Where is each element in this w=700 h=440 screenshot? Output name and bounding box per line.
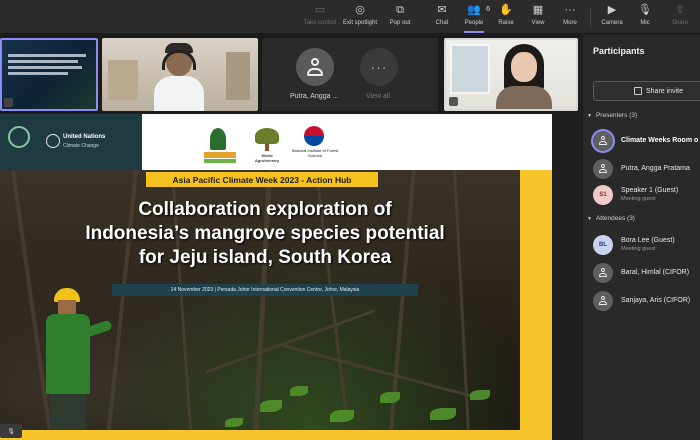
person-icon <box>598 136 608 146</box>
thumbnail-slide-text <box>8 54 88 78</box>
background-cabinet <box>226 52 250 100</box>
event-date-venue: 14 November 2023 | Persada Johor Interna… <box>112 284 418 296</box>
people-button[interactable]: 👥 6 People <box>456 3 492 31</box>
view-icon: ▦ <box>532 4 544 16</box>
teams-meeting-window: ▭ Take control ◎ Exit spotlight ⧉ Pop ou… <box>0 0 700 440</box>
world-agroforestry-logo: World Agroforestry <box>250 126 284 166</box>
org-subtitle: Climate Change <box>63 143 99 149</box>
more-dots-icon: ··· <box>370 59 388 75</box>
camera-button[interactable]: ▶ Camera <box>594 3 630 31</box>
person-icon <box>598 268 608 278</box>
more-icon: ··· <box>564 4 576 16</box>
pop-out-icon: ⧉ <box>396 4 404 16</box>
shared-screen-slide: United Nations Climate Change World Agro… <box>0 114 552 440</box>
slide-header-sponsor-band: United Nations Climate Change <box>0 114 142 170</box>
video-tile-participant[interactable] <box>444 38 578 111</box>
video-tile-shared-content[interactable] <box>0 38 98 111</box>
participant-row[interactable]: S1 Speaker 1 (Guest) Meeting guest <box>593 185 700 207</box>
raise-hand-icon: ✋ <box>499 4 513 16</box>
mic-button[interactable]: 🎙 Mic <box>627 3 663 31</box>
view-button[interactable]: ▦ View <box>520 3 556 31</box>
video-tile-participant[interactable] <box>102 38 258 111</box>
people-active-indicator <box>464 31 484 33</box>
climate-week-logo <box>6 124 36 158</box>
video-tile-avatars: ··· Putra, Angga ... View all <box>262 38 438 111</box>
mic-icon: 🎙 <box>638 4 652 16</box>
people-icon: 👥 <box>467 4 481 16</box>
chat-icon: ✉ <box>437 4 447 16</box>
cifor-logo <box>200 126 240 166</box>
more-button[interactable]: ··· More <box>552 3 588 31</box>
share-invite-button[interactable]: Share invite <box>593 81 700 101</box>
toolbar-divider <box>590 7 591 27</box>
participants-panel: Participants Share invite ▼ Presenters (3… <box>582 35 700 440</box>
share-icon: ⇧ <box>675 4 685 16</box>
chat-button[interactable]: ✉ Chat <box>424 3 460 31</box>
event-tag: Asia Pacific Climate Week 2023 - Action … <box>146 172 378 187</box>
un-emblem-icon <box>46 134 60 148</box>
participant-row[interactable]: BL Bora Lee (Guest) Meeting guest <box>593 235 700 257</box>
participant-row[interactable]: Putra, Angga Pratama <box>593 159 700 181</box>
person-icon <box>306 58 324 76</box>
worker-figure <box>46 284 116 434</box>
participant-name: Putra, Angga ... <box>290 93 339 100</box>
share-screen-button[interactable]: ⇧ Share <box>662 3 698 31</box>
mic-status-icon <box>449 97 458 106</box>
exit-spotlight-icon: ◎ <box>355 4 365 16</box>
share-invite-icon <box>634 87 642 95</box>
org-title: United Nations <box>63 134 106 140</box>
person-icon <box>598 296 608 306</box>
avatar: S1 <box>593 185 613 205</box>
chevron-down-icon: ▼ <box>587 113 592 119</box>
raise-hand-button[interactable]: ✋ Raise <box>488 3 524 31</box>
participant-video <box>496 44 552 109</box>
avatar: BL <box>593 235 613 255</box>
slide-header: United Nations Climate Change World Agro… <box>0 114 552 170</box>
mic-status-icon <box>4 98 13 107</box>
meeting-toolbar: ▭ Take control ◎ Exit spotlight ⧉ Pop ou… <box>0 0 700 34</box>
view-all-button[interactable]: ··· <box>360 48 398 86</box>
pop-out-button[interactable]: ⧉ Pop out <box>382 3 418 31</box>
avatar <box>593 131 613 151</box>
person-icon <box>598 164 608 174</box>
participant-row[interactable]: Baral, Himlal (CIFOR) <box>593 263 700 285</box>
background-window <box>450 44 490 94</box>
participant-row[interactable]: Climate Weeks Room o <box>593 131 700 153</box>
presenters-section-header[interactable]: ▼ Presenters (3) <box>587 112 637 119</box>
participant-avatar[interactable] <box>296 48 334 86</box>
chevron-down-icon: ▼ <box>587 216 592 222</box>
avatar <box>593 291 613 311</box>
attendees-section-header[interactable]: ▼ Attendees (3) <box>587 215 635 222</box>
camera-icon: ▶ <box>607 4 617 16</box>
exit-spotlight-button[interactable]: ◎ Exit spotlight <box>342 3 378 31</box>
participant-video <box>154 43 204 111</box>
take-control-icon: ▭ <box>314 4 326 16</box>
participant-row[interactable]: Sanjaya, Aris (CIFOR) <box>593 291 700 313</box>
slide-title: Collaboration exploration of Indonesia’s… <box>85 199 445 268</box>
panel-title: Participants <box>593 46 645 56</box>
presenter-mic-icon: 🎙 <box>0 424 22 438</box>
slide-yellow-border-bottom <box>0 430 552 440</box>
take-control-button[interactable]: ▭ Take control <box>302 3 338 31</box>
avatar <box>593 263 613 283</box>
avatar <box>593 159 613 179</box>
view-all-label: View all <box>366 93 390 100</box>
background-shelf <box>108 60 138 100</box>
slide-yellow-border <box>520 170 552 440</box>
nifos-logo: National Institute of Forest Science <box>292 124 338 168</box>
